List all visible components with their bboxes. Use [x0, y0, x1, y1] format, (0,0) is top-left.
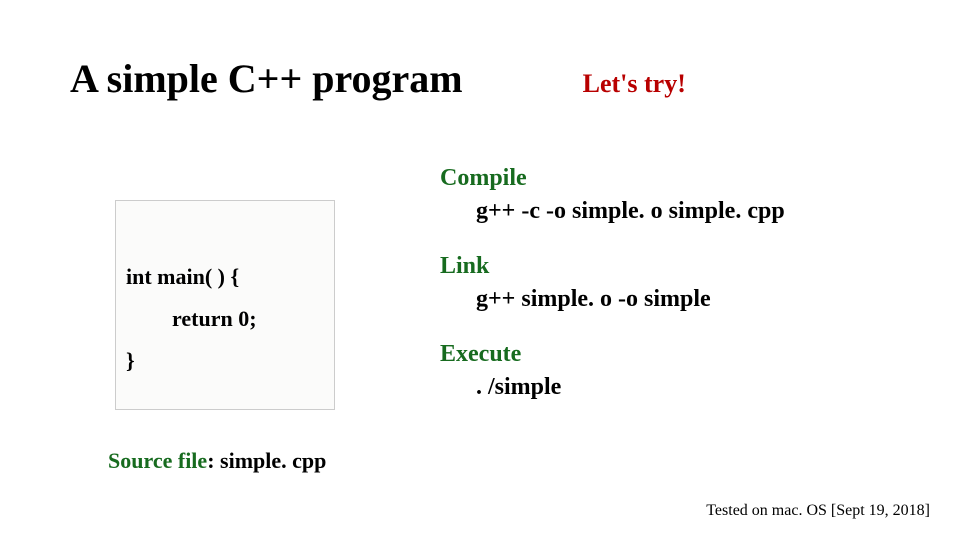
execute-label: Execute [440, 341, 940, 368]
lets-try-callout: Let's try! [583, 69, 686, 99]
compile-command: g++ -c -o simple. o simple. cpp [440, 198, 940, 225]
code-box: int main( ) { return 0; } [115, 200, 335, 410]
source-file-name: : simple. cpp [207, 448, 326, 473]
link-command: g++ simple. o -o simple [440, 286, 940, 313]
step-execute: Execute . /simple [440, 341, 940, 401]
step-link: Link g++ simple. o -o simple [440, 253, 940, 313]
compile-label: Compile [440, 165, 940, 192]
link-label: Link [440, 253, 940, 280]
source-file-label: Source file [108, 448, 207, 473]
steps: Compile g++ -c -o simple. o simple. cpp … [440, 165, 940, 429]
code-line-2: return 0; [126, 298, 324, 340]
source-file-caption: Source file: simple. cpp [108, 448, 326, 474]
title-row: A simple C++ program Let's try! [70, 55, 920, 102]
execute-command: . /simple [440, 374, 940, 401]
slide: A simple C++ program Let's try! int main… [0, 0, 960, 540]
code-line-1: int main( ) { [126, 256, 324, 298]
footnote: Tested on mac. OS [Sept 19, 2018] [706, 502, 930, 520]
step-compile: Compile g++ -c -o simple. o simple. cpp [440, 165, 940, 225]
code-line-3: } [126, 340, 324, 382]
slide-title: A simple C++ program [70, 55, 463, 102]
